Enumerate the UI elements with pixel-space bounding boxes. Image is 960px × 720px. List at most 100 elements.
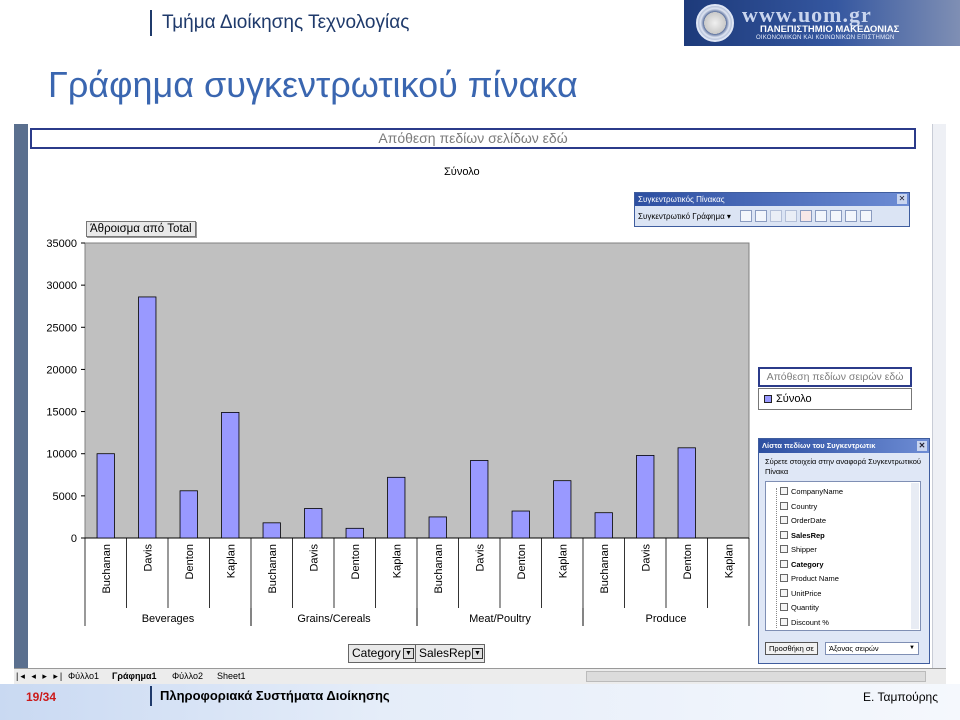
group-label: Meat/Poultry bbox=[469, 613, 531, 625]
tree-connector bbox=[776, 488, 777, 628]
bar bbox=[594, 512, 613, 539]
bar bbox=[345, 527, 364, 539]
x-tick-label: Davis bbox=[640, 544, 652, 572]
y-tick-label: 5000 bbox=[53, 491, 77, 503]
y-tick-label: 10000 bbox=[46, 449, 77, 461]
y-tick-label: 15000 bbox=[46, 407, 77, 419]
x-tick-label: Davis bbox=[308, 544, 320, 572]
refresh-data-icon[interactable] bbox=[799, 210, 812, 222]
field-item-label: Shipper bbox=[791, 545, 817, 554]
salesrep-field-label: SalesRep bbox=[419, 646, 472, 660]
bar bbox=[221, 412, 240, 539]
x-tick-label: Kaplan bbox=[557, 544, 569, 578]
x-tick-label: Buchanan bbox=[101, 544, 113, 594]
y-tick-label: 30000 bbox=[46, 280, 77, 292]
show-detail-icon[interactable] bbox=[784, 210, 797, 222]
field-list-icon[interactable] bbox=[859, 210, 872, 222]
field-icon bbox=[780, 487, 788, 495]
slide-title: Γράφημα συγκεντρωτικού πίνακα bbox=[48, 64, 578, 105]
x-tick-label: Denton bbox=[682, 544, 694, 579]
bar bbox=[262, 522, 281, 539]
field-item-label: Country bbox=[791, 501, 818, 511]
field-tree: CompanyName Country OrderDate SalesRep Shipp… bbox=[765, 481, 921, 631]
field-item[interactable]: Shipper bbox=[780, 544, 817, 555]
chevron-down-icon[interactable]: ▼ bbox=[403, 648, 414, 659]
field-list-scrollbar[interactable] bbox=[911, 483, 919, 629]
bar bbox=[96, 453, 115, 539]
always-display-items-icon[interactable] bbox=[829, 210, 842, 222]
field-icon bbox=[780, 617, 788, 626]
field-item[interactable]: Category bbox=[780, 559, 824, 570]
category-field-button[interactable]: Category ▼ bbox=[348, 644, 416, 663]
format-report-icon[interactable] bbox=[739, 210, 752, 222]
close-icon[interactable]: ✕ bbox=[917, 441, 927, 451]
x-tick-label: Davis bbox=[142, 544, 154, 572]
field-icon bbox=[780, 516, 788, 524]
legend-label: Σύνολο bbox=[776, 393, 812, 405]
tab-sheet2[interactable]: Φύλλο2 bbox=[172, 669, 203, 684]
field-item[interactable]: CompanyName bbox=[780, 486, 843, 497]
y-tick-label: 20000 bbox=[46, 364, 77, 376]
x-tick-label: Buchanan bbox=[599, 544, 611, 594]
field-item-label: Quantity bbox=[791, 603, 819, 612]
chart-wizard-icon[interactable] bbox=[754, 210, 767, 222]
field-item[interactable]: UnitPrice bbox=[780, 588, 821, 599]
area-select-value: Άξονας σειρών bbox=[829, 644, 879, 653]
bar bbox=[304, 508, 323, 539]
field-icon bbox=[780, 574, 788, 582]
slide-header: Τμήμα Διοίκησης Τεχνολογίας www.uom.gr Π… bbox=[0, 0, 960, 46]
include-hidden-items-icon[interactable] bbox=[814, 210, 827, 222]
add-to-button[interactable]: Προσθήκη σε bbox=[765, 642, 818, 655]
hide-detail-icon[interactable] bbox=[769, 210, 782, 222]
field-icon bbox=[780, 559, 788, 568]
bar bbox=[179, 490, 198, 539]
salesrep-field-button[interactable]: SalesRep ▼ bbox=[415, 644, 485, 663]
group-label: Produce bbox=[646, 613, 687, 625]
field-list-title: Λίστα πεδίων του Συγκεντρωτικ ✕ bbox=[759, 439, 929, 453]
page-number: 19/34 bbox=[26, 690, 57, 704]
legend-swatch bbox=[764, 395, 772, 403]
bar bbox=[387, 476, 406, 539]
university-seal-icon bbox=[696, 4, 734, 42]
bar bbox=[553, 480, 572, 539]
y-tick-label: 25000 bbox=[46, 322, 77, 334]
x-tick-label: Denton bbox=[184, 544, 196, 579]
bar bbox=[138, 296, 157, 539]
field-item[interactable]: Quantity bbox=[780, 602, 819, 613]
field-list-title-text: Λίστα πεδίων του Συγκεντρωτικ bbox=[762, 441, 876, 450]
university-subtitle: ΟΙΚΟΝΟΜΙΚΩΝ ΚΑΙ ΚΟΙΝΩΝΙΚΩΝ ΕΠΙΣΤΗΜΩΝ bbox=[756, 35, 895, 41]
field-item-label: OrderDate bbox=[791, 516, 827, 525]
chevron-down-icon[interactable]: ▼ bbox=[472, 648, 483, 659]
field-icon bbox=[780, 545, 788, 553]
field-item[interactable]: Discount % bbox=[780, 617, 829, 628]
university-name: ΠΑΝΕΠΙΣΤΗΜΙΟ ΜΑΚΕΔΟΝΙΑΣ bbox=[760, 24, 900, 35]
close-icon[interactable]: ✕ bbox=[897, 194, 907, 204]
data-field-button[interactable]: Άθροισμα από Total bbox=[86, 221, 196, 237]
field-item-label: UnitPrice bbox=[791, 588, 822, 598]
tab-chart1[interactable]: Γράφημα1 bbox=[112, 669, 157, 684]
y-tick-label: 0 bbox=[71, 533, 77, 545]
field-item-label: CompanyName bbox=[791, 487, 844, 496]
field-item[interactable]: OrderDate bbox=[780, 515, 826, 526]
horizontal-scrollbar[interactable] bbox=[586, 671, 926, 682]
course-title: Πληροφοριακά Συστήματα Διοίκησης bbox=[150, 686, 390, 706]
x-tick-label: Denton bbox=[516, 544, 528, 579]
bar bbox=[677, 447, 696, 539]
area-select[interactable]: Άξονας σειρών ▼ bbox=[825, 642, 919, 655]
sheet-tabs-bar: |◂ ◂ ▸ ▸| Φύλλο1 Γράφημα1 Φύλλο2 Sheet1 bbox=[14, 668, 946, 684]
field-item[interactable]: SalesRep bbox=[780, 530, 825, 541]
pivot-chart-menu[interactable]: Συγκεντρωτικό Γράφημα ▾ bbox=[638, 212, 737, 221]
field-icon bbox=[780, 603, 788, 611]
tab-sheet1-en[interactable]: Sheet1 bbox=[217, 669, 246, 684]
field-item[interactable]: Product Name bbox=[780, 573, 839, 584]
field-icon bbox=[780, 530, 788, 539]
tab-sheet1[interactable]: Φύλλο1 bbox=[68, 669, 99, 684]
x-tick-label: Denton bbox=[350, 544, 362, 579]
pivot-toolbar-buttons: Συγκεντρωτικό Γράφημα ▾ bbox=[635, 206, 909, 226]
series-fields-drop-zone[interactable]: Απόθεση πεδίων σειρών εδώ bbox=[758, 367, 912, 387]
field-settings-icon[interactable] bbox=[844, 210, 857, 222]
pivot-table-toolbar: Συγκεντρωτικός Πίνακας ✕ Συγκεντρωτικό Γ… bbox=[634, 192, 910, 227]
sheet-nav-arrows[interactable]: |◂ ◂ ▸ ▸| bbox=[16, 669, 64, 684]
field-item[interactable]: Country bbox=[780, 501, 817, 512]
field-icon bbox=[780, 588, 788, 597]
